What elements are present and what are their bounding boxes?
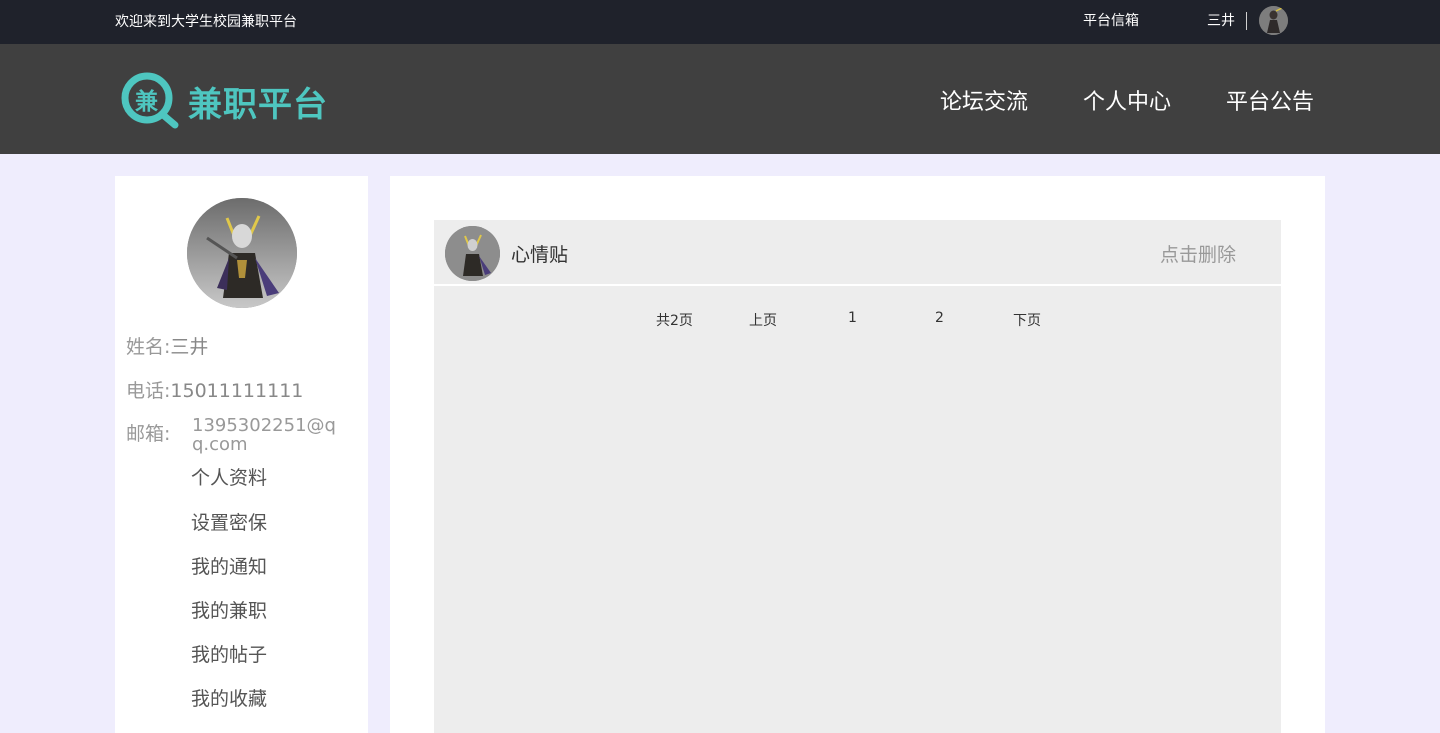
menu-notifications[interactable]: 我的通知 xyxy=(191,552,267,579)
phone-label: 电话: xyxy=(126,380,171,402)
header: 兼 兼职平台 论坛交流 个人中心 平台公告 xyxy=(0,44,1440,154)
phone-row: 电话:15011111111 xyxy=(126,376,303,403)
profile-sidebar: 姓名:三井 电话:15011111111 邮箱: 1395302251@qq.c… xyxy=(115,176,368,733)
post-author-avatar xyxy=(445,226,500,281)
platform-mailbox-link[interactable]: 平台信箱 xyxy=(1083,10,1139,30)
delete-post-button[interactable]: 点击删除 xyxy=(1160,240,1236,267)
logo-text: 兼职平台 xyxy=(188,85,328,125)
welcome-text: 欢迎来到大学生校园兼职平台 xyxy=(115,14,297,30)
menu-security-question[interactable]: 设置密保 xyxy=(191,508,267,535)
top-bar: 欢迎来到大学生校园兼职平台 平台信箱 三井 xyxy=(0,0,1440,44)
phone-value: 15011111111 xyxy=(170,380,304,402)
menu-favorites[interactable]: 我的收藏 xyxy=(191,684,267,711)
nav-announcements[interactable]: 平台公告 xyxy=(1226,84,1314,116)
user-name-link[interactable]: 三井 xyxy=(1207,10,1235,30)
menu-my-posts[interactable]: 我的帖子 xyxy=(191,640,267,667)
page-link-1[interactable]: 1 xyxy=(848,310,857,326)
prev-page-link[interactable]: 上页 xyxy=(749,310,777,330)
page-total: 共2页 xyxy=(656,313,693,329)
nav-personal-center[interactable]: 个人中心 xyxy=(1083,84,1171,116)
main-content: 心情贴 点击删除 共2页 上页 1 2 下页 xyxy=(390,176,1325,733)
post-item: 心情贴 点击删除 xyxy=(434,220,1281,284)
name-label: 姓名: xyxy=(126,336,171,358)
name-value: 三井 xyxy=(170,336,209,358)
page-link-2[interactable]: 2 xyxy=(935,310,944,326)
menu-my-jobs[interactable]: 我的兼职 xyxy=(191,596,267,623)
nav-forum[interactable]: 论坛交流 xyxy=(940,84,1028,116)
menu-profile[interactable]: 个人资料 xyxy=(191,463,267,490)
email-label: 邮箱: xyxy=(126,423,171,445)
post-list-area: 共2页 上页 1 2 下页 xyxy=(434,286,1281,733)
name-row: 姓名:三井 xyxy=(126,332,208,359)
post-title[interactable]: 心情贴 xyxy=(511,240,568,267)
email-value: 1395302251@qq.com xyxy=(192,415,336,455)
site-logo[interactable]: 兼 兼职平台 xyxy=(120,71,380,129)
next-page-link[interactable]: 下页 xyxy=(1013,310,1041,330)
logo-char: 兼 xyxy=(135,89,158,115)
profile-avatar xyxy=(187,198,297,308)
user-avatar[interactable] xyxy=(1259,6,1288,35)
divider xyxy=(1246,12,1247,30)
